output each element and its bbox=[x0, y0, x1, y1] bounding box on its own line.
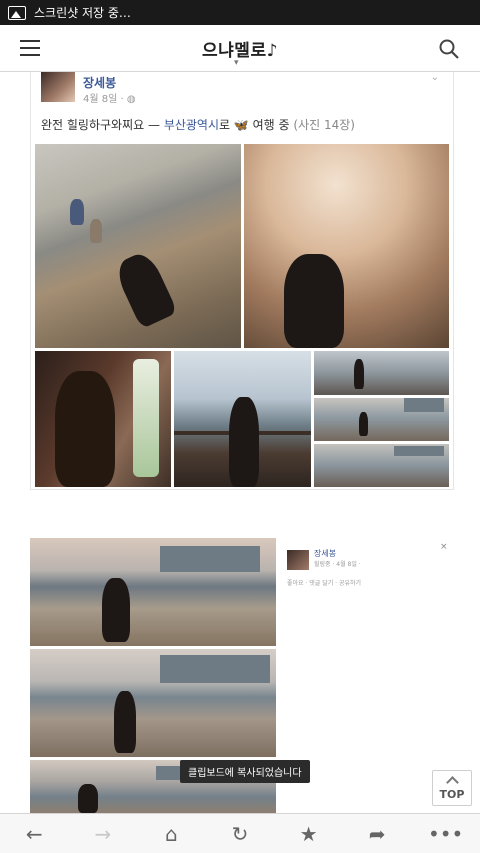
photo-5[interactable] bbox=[314, 351, 449, 395]
scroll-top-button[interactable]: TOP bbox=[432, 770, 472, 806]
mini-author: 장세봉 bbox=[314, 549, 337, 558]
chevron-up-icon bbox=[445, 776, 459, 789]
image-icon bbox=[8, 5, 26, 20]
photo-4[interactable] bbox=[174, 351, 311, 487]
forward-arrow-icon[interactable]: → bbox=[83, 819, 123, 849]
close-icon[interactable]: × bbox=[440, 542, 448, 552]
photo-3[interactable] bbox=[35, 351, 171, 487]
post-author[interactable]: 장세봉 bbox=[83, 74, 116, 91]
mini-date: 힐링중 · 4월 8일 · bbox=[314, 561, 361, 568]
beach-photo-1[interactable] bbox=[30, 538, 276, 646]
post-date: 4월 8일 · ◍ bbox=[83, 90, 136, 105]
post-text-main: 완전 힐링하구와찌요 — bbox=[41, 118, 164, 132]
clipboard-preview: 장세봉 힐링중 · 4월 8일 · × 좋아요 · 댓글 달기 · 공유하기 클… bbox=[30, 538, 454, 813]
mini-actions: 좋아요 · 댓글 달기 · 공유하기 bbox=[287, 580, 362, 587]
app-header: 으냐멜로♪ ▾ bbox=[0, 25, 480, 72]
avatar[interactable] bbox=[41, 72, 75, 102]
photo-count[interactable]: (사진 14장) bbox=[293, 118, 355, 132]
bookmark-star-icon[interactable]: ★ bbox=[289, 819, 329, 849]
avatar bbox=[287, 550, 309, 570]
more-icon[interactable]: ••• bbox=[426, 819, 466, 849]
page-title[interactable]: 으냐멜로♪ bbox=[202, 36, 278, 61]
location-link[interactable]: 부산광역시 bbox=[164, 118, 219, 132]
photo-7[interactable] bbox=[314, 444, 449, 487]
photo-6[interactable] bbox=[314, 398, 449, 441]
chevron-down-icon[interactable]: ▾ bbox=[234, 58, 239, 68]
bottom-toolbar: ← → ⌂ ↻ ★ ➦ ••• bbox=[0, 813, 480, 853]
status-bar: 스크린샷 저장 중… bbox=[0, 0, 480, 25]
post-text: 완전 힐링하구와찌요 — 부산광역시로 🦋 여행 중 (사진 14장) bbox=[41, 116, 355, 133]
search-icon[interactable] bbox=[438, 38, 460, 60]
hamburger-icon[interactable] bbox=[20, 40, 40, 56]
home-icon[interactable]: ⌂ bbox=[151, 819, 191, 849]
chevron-down-icon[interactable]: ⌄ bbox=[431, 72, 439, 83]
top-label: TOP bbox=[439, 788, 465, 801]
beach-photo-2[interactable] bbox=[30, 649, 276, 757]
refresh-icon[interactable]: ↻ bbox=[220, 819, 260, 849]
share-icon[interactable]: ➦ bbox=[357, 819, 397, 849]
globe-icon: ◍ bbox=[126, 94, 136, 105]
toast-message: 클립보드에 복사되었습니다 bbox=[180, 760, 310, 783]
back-arrow-icon[interactable]: ← bbox=[14, 819, 54, 849]
post-card: 장세봉 4월 8일 · ◍ ⌄ 완전 힐링하구와찌요 — 부산광역시로 🦋 여행… bbox=[30, 72, 454, 490]
post-text-suffix: 로 🦋 여행 중 bbox=[219, 118, 294, 132]
content-area: 장세봉 4월 8일 · ◍ ⌄ 완전 힐링하구와찌요 — 부산광역시로 🦋 여행… bbox=[0, 72, 480, 813]
post-date-text: 4월 8일 · bbox=[83, 94, 124, 105]
photo-2[interactable] bbox=[244, 144, 449, 348]
status-text: 스크린샷 저장 중… bbox=[34, 6, 131, 20]
photo-1[interactable] bbox=[35, 144, 241, 348]
